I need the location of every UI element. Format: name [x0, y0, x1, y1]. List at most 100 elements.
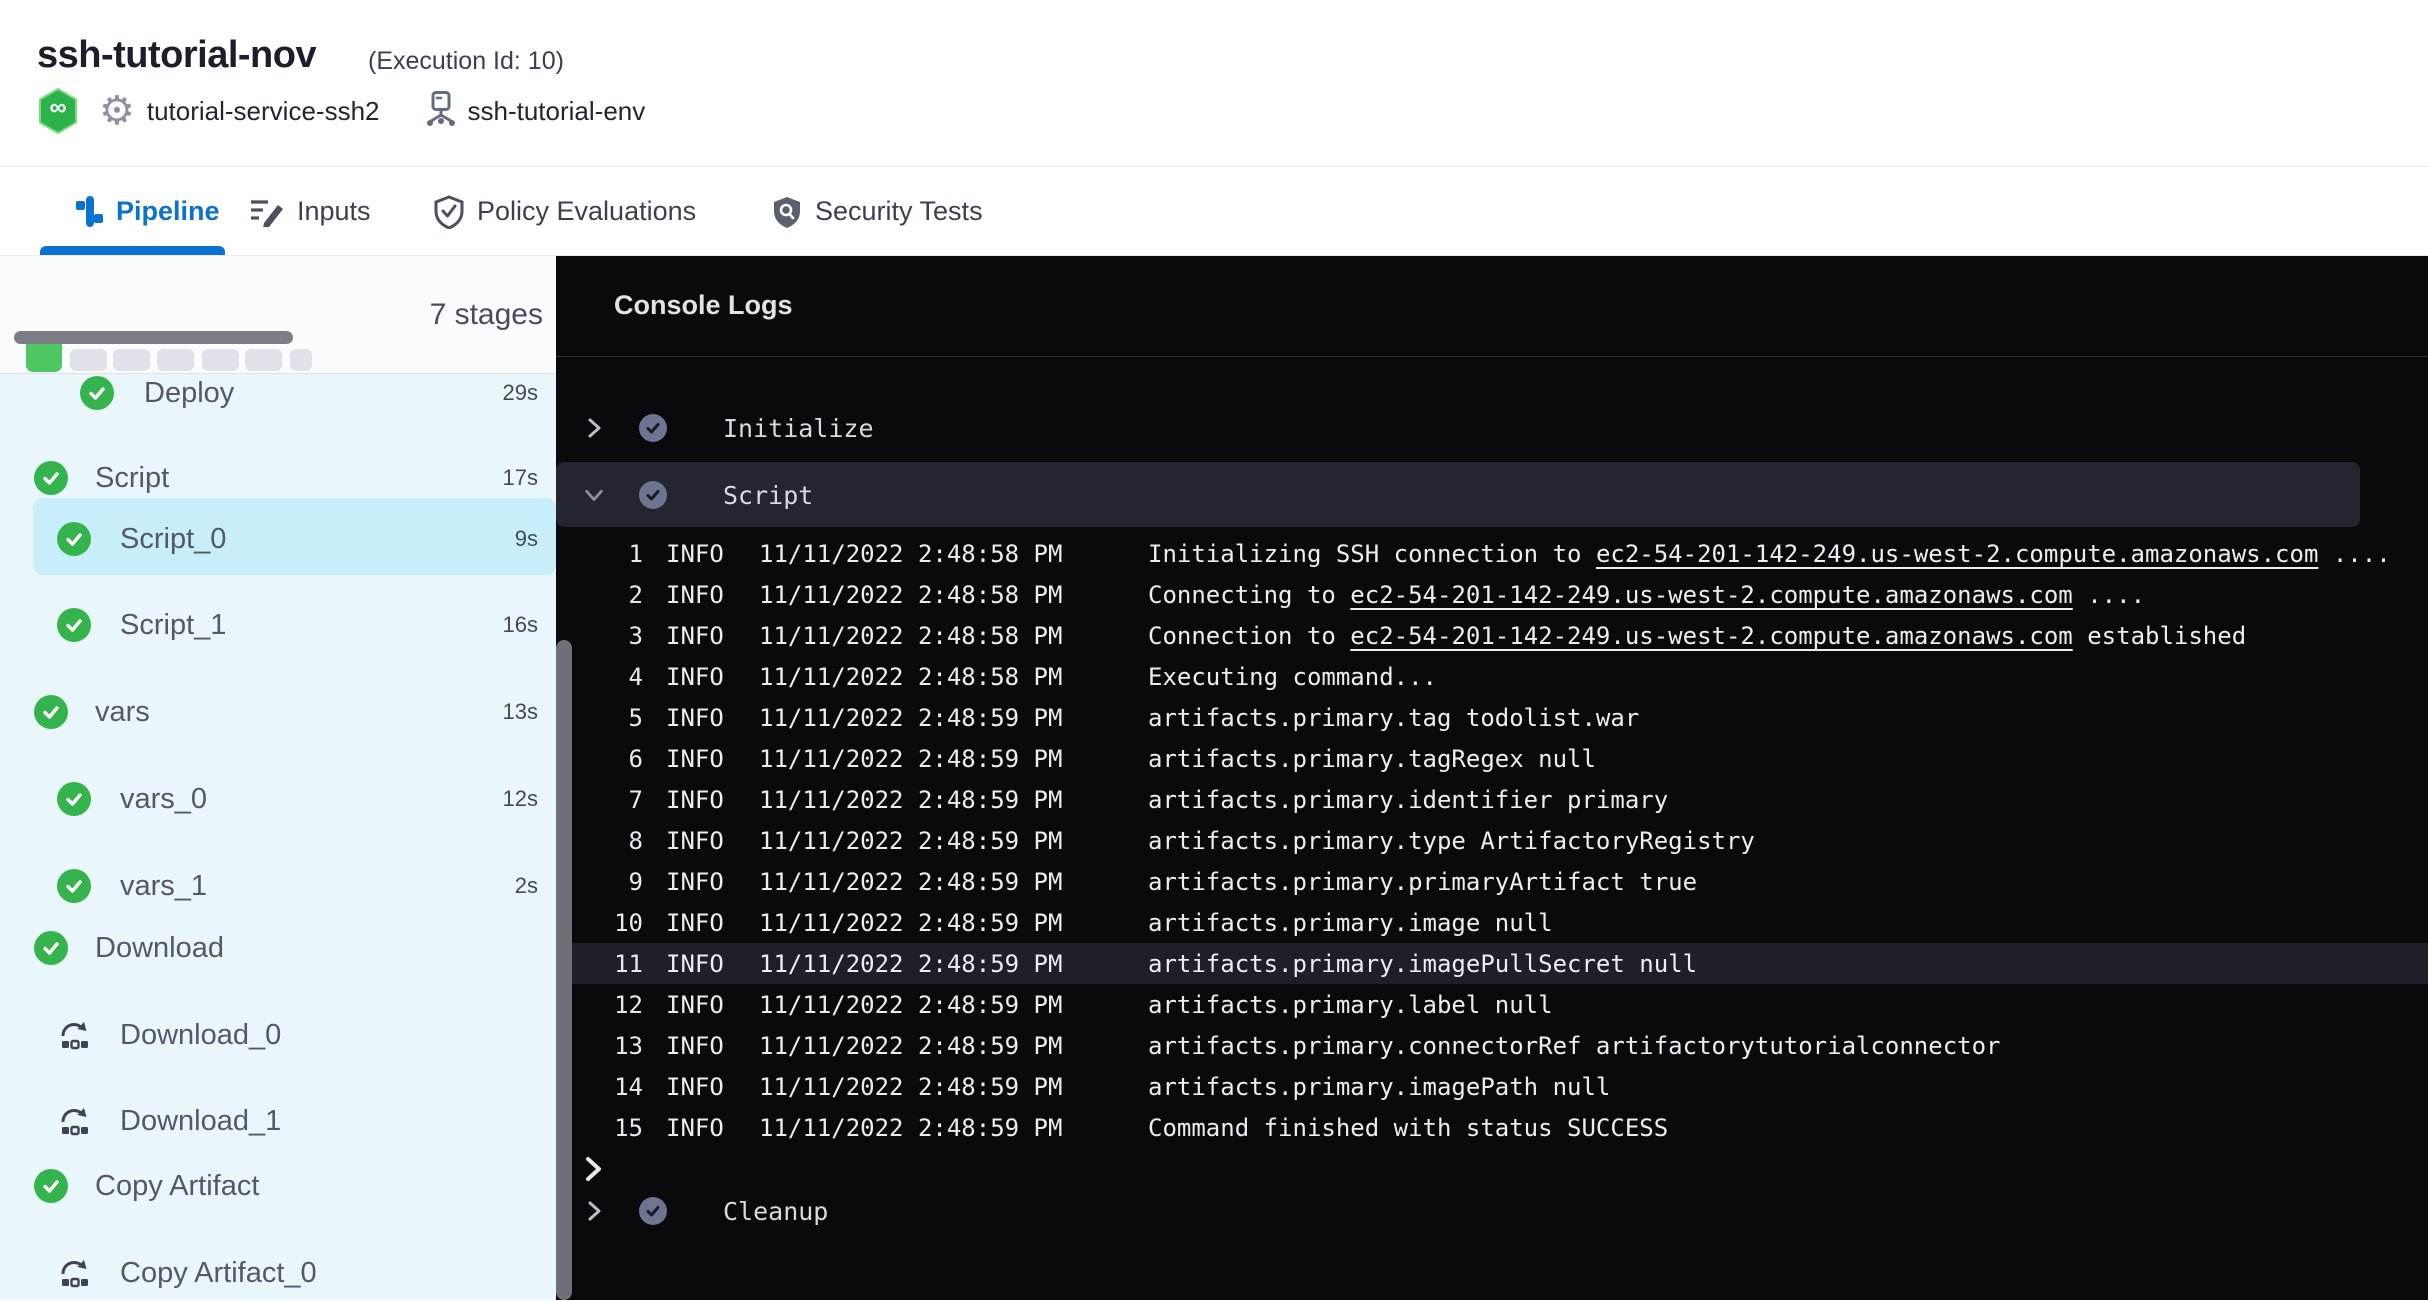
- log-message-text: artifacts.primary.type ArtifactoryRegist…: [1148, 827, 1755, 855]
- tab-inputs[interactable]: Inputs: [250, 167, 371, 256]
- tab-pipeline[interactable]: Pipeline: [76, 167, 220, 256]
- log-message: Command finished with status SUCCESS: [1148, 1114, 1668, 1142]
- stage-row-copy-artifact[interactable]: Copy Artifact: [0, 1158, 556, 1214]
- log-message: Executing command...: [1148, 663, 1437, 691]
- stage-label: Download: [95, 932, 224, 965]
- tab-policy-evaluations[interactable]: Policy Evaluations: [434, 167, 696, 256]
- host-link[interactable]: ec2-54-201-142-249.us-west-2.compute.ama…: [1350, 622, 2072, 650]
- stage-count-label: 7 stages: [430, 298, 543, 332]
- horizontal-scrollbar[interactable]: [14, 331, 293, 344]
- section-success-check-icon: [639, 1197, 667, 1225]
- chevron-right-icon[interactable]: [583, 416, 605, 440]
- log-timestamp: 11/11/2022 2:48:59 PM: [759, 868, 1062, 896]
- stage-duration: 17s: [503, 465, 538, 491]
- stage-duration: 9s: [515, 526, 538, 552]
- stage-row-vars_1[interactable]: vars_1 2s: [0, 858, 556, 914]
- service-name[interactable]: tutorial-service-ssh2: [147, 96, 380, 127]
- chevron-right-icon[interactable]: [583, 1199, 605, 1223]
- sidebar-scrollbar[interactable]: [556, 640, 572, 1300]
- log-line-6: 6INFO11/11/2022 2:48:59 PMartifacts.prim…: [556, 738, 2428, 779]
- log-level: INFO: [666, 540, 724, 568]
- stage-label: vars_1: [120, 870, 207, 903]
- log-level: INFO: [666, 745, 724, 773]
- log-line-number: 2: [590, 581, 643, 609]
- stage-duration: 13s: [503, 699, 538, 725]
- log-message-text: Initializing SSH connection to: [1148, 540, 1596, 568]
- stage-label: vars: [95, 696, 150, 729]
- page-title: ssh-tutorial-nov: [37, 34, 316, 77]
- stage-row-download_0[interactable]: Download_0: [0, 1007, 556, 1063]
- success-check-icon: [57, 869, 91, 903]
- log-level: INFO: [666, 786, 724, 814]
- stage-row-script[interactable]: Script17s: [0, 450, 556, 506]
- execution-id-label: (Execution Id: 10): [368, 47, 564, 76]
- stages-summary-bar: 7 stages: [0, 256, 556, 374]
- log-level: INFO: [666, 1073, 724, 1101]
- log-level: INFO: [666, 581, 724, 609]
- environment-name[interactable]: ssh-tutorial-env: [468, 96, 646, 127]
- progress-segment: [157, 349, 194, 371]
- inputs-icon: [250, 196, 284, 227]
- log-message: artifacts.primary.label null: [1148, 991, 1553, 1019]
- log-level: INFO: [666, 950, 724, 978]
- console-section-script[interactable]: Script: [556, 471, 2428, 519]
- policy-shield-icon: [434, 195, 464, 229]
- log-line-2: 2INFO11/11/2022 2:48:58 PMConnecting to …: [556, 574, 2428, 615]
- stage-row-copy-artifact_0[interactable]: Copy Artifact_0: [0, 1245, 556, 1301]
- log-line-number: 4: [590, 663, 643, 691]
- tab-label: Security Tests: [815, 196, 983, 227]
- log-line-number: 10: [590, 909, 643, 937]
- log-level: INFO: [666, 827, 724, 855]
- log-level: INFO: [666, 1114, 724, 1142]
- console-section-initialize[interactable]: Initialize: [556, 404, 2428, 452]
- success-check-icon: [80, 376, 114, 410]
- log-line-number: 3: [590, 622, 643, 650]
- environment-icon: [426, 91, 456, 132]
- log-level: INFO: [666, 909, 724, 937]
- success-check-icon: [34, 931, 68, 965]
- tab-security-tests[interactable]: Security Tests: [772, 167, 983, 256]
- log-line-5: 5INFO11/11/2022 2:48:59 PMartifacts.prim…: [556, 697, 2428, 738]
- log-message: Initializing SSH connection to ec2-54-20…: [1148, 540, 2391, 568]
- stage-label: Deploy: [144, 377, 234, 410]
- command-step-icon: [57, 1256, 91, 1290]
- log-message-text: artifacts.primary.image null: [1148, 909, 1553, 937]
- stage-row-script_1[interactable]: Script_116s: [0, 597, 556, 653]
- log-timestamp: 11/11/2022 2:48:59 PM: [759, 909, 1062, 937]
- stage-duration: 12s: [503, 786, 538, 812]
- stage-row-script_0[interactable]: Script_0 9s: [0, 511, 556, 567]
- log-message: artifacts.primary.primaryArtifact true: [1148, 868, 1697, 896]
- host-link[interactable]: ec2-54-201-142-249.us-west-2.compute.ama…: [1596, 540, 2318, 568]
- stage-row-download[interactable]: Download: [0, 920, 556, 976]
- log-message: artifacts.primary.imagePath null: [1148, 1073, 1610, 1101]
- stage-row-vars[interactable]: vars 13s: [0, 684, 556, 740]
- log-line-number: 7: [590, 786, 643, 814]
- log-message-text: Connection to: [1148, 622, 1350, 650]
- section-label: Initialize: [723, 414, 874, 443]
- expand-panel-chevron-icon[interactable]: [580, 1152, 606, 1191]
- stage-duration: 2s: [515, 873, 538, 899]
- progress-segment: [290, 349, 312, 371]
- console-logs-title: Console Logs: [614, 290, 793, 321]
- stage-row-download_1[interactable]: Download_1: [0, 1093, 556, 1149]
- tab-bar: Pipeline Inputs Policy Evaluations Security…: [0, 166, 2428, 256]
- log-message-text: artifacts.primary.label null: [1148, 991, 1553, 1019]
- tab-label: Pipeline: [116, 196, 220, 227]
- log-line-number: 11: [590, 950, 643, 978]
- stage-label: Script_1: [120, 609, 226, 642]
- stage-label: Script_0: [120, 523, 226, 556]
- stage-row-vars_0[interactable]: vars_012s: [0, 771, 556, 827]
- console-section-cleanup[interactable]: Cleanup: [556, 1187, 2428, 1235]
- stage-label: Download_1: [120, 1105, 281, 1138]
- cd-module-icon: ∞: [37, 88, 79, 134]
- log-line-number: 1: [590, 540, 643, 568]
- chevron-down-icon[interactable]: [583, 484, 605, 506]
- stage-label: Copy Artifact: [95, 1170, 259, 1203]
- log-timestamp: 11/11/2022 2:48:59 PM: [759, 786, 1062, 814]
- log-message-text: artifacts.primary.imagePath null: [1148, 1073, 1610, 1101]
- section-success-check-icon: [639, 481, 667, 509]
- log-line-10: 10 INFO 11/11/2022 2:48:59 PM artifacts.pri…: [556, 902, 2428, 943]
- log-line-11: 11INFO11/11/2022 2:48:59 PMartifacts.pri…: [556, 943, 2428, 984]
- tab-label: Policy Evaluations: [477, 196, 696, 227]
- host-link[interactable]: ec2-54-201-142-249.us-west-2.compute.ama…: [1350, 581, 2072, 609]
